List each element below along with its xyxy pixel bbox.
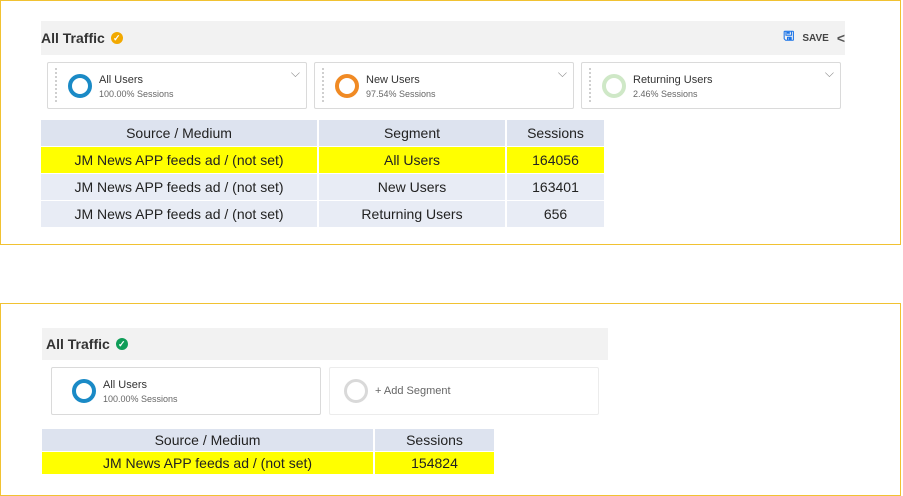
sessions-table: Source / Medium Sessions JM News APP fee… bbox=[42, 429, 496, 475]
segment-sessions: 100.00% Sessions bbox=[103, 394, 178, 404]
bottom-report-panel: All Traffic ✓ All Users 100.00% Sessions… bbox=[0, 303, 901, 496]
segment-ring-icon bbox=[335, 74, 359, 98]
segment-sessions: 2.46% Sessions bbox=[633, 89, 698, 99]
save-icon[interactable]: 🖫 bbox=[783, 27, 794, 49]
segment-ring-icon bbox=[68, 74, 92, 98]
save-button[interactable]: SAVE bbox=[802, 33, 829, 44]
segment-sessions: 100.00% Sessions bbox=[99, 89, 174, 99]
table-header-row: Source / Medium Segment Sessions bbox=[41, 120, 606, 147]
check-shield-icon: ✓ bbox=[110, 32, 123, 44]
check-shield-icon: ✓ bbox=[115, 338, 128, 350]
table-cell: 164056 bbox=[507, 147, 606, 174]
report-toolbar: 🖫 SAVE < bbox=[783, 27, 845, 49]
table-cell: JM News APP feeds ad / (not set) bbox=[41, 147, 319, 174]
segment-sessions: 97.54% Sessions bbox=[366, 89, 436, 99]
table-cell: JM News APP feeds ad / (not set) bbox=[41, 201, 319, 228]
table-cell: Returning Users bbox=[319, 201, 507, 228]
table-cell: 656 bbox=[507, 201, 606, 228]
segment-card-all-users[interactable]: All Users 100.00% Sessions ⌵ bbox=[47, 62, 307, 109]
chevron-down-icon[interactable]: ⌵ bbox=[558, 66, 567, 81]
table-cell: 163401 bbox=[507, 174, 606, 201]
segment-card-all-users[interactable]: All Users 100.00% Sessions bbox=[51, 367, 321, 415]
column-header: Sessions bbox=[375, 429, 496, 452]
column-header: Source / Medium bbox=[41, 120, 319, 147]
add-segment-card[interactable]: + Add Segment bbox=[329, 367, 599, 415]
segment-name: All Users bbox=[103, 379, 148, 391]
report-header: All Traffic ✓ bbox=[42, 328, 608, 360]
chevron-down-icon[interactable]: ⌵ bbox=[291, 66, 300, 81]
table-cell: JM News APP feeds ad / (not set) bbox=[42, 452, 375, 475]
drag-handle-icon[interactable] bbox=[322, 68, 324, 103]
report-title: All Traffic bbox=[41, 30, 105, 46]
column-header: Sessions bbox=[507, 120, 606, 147]
table-cell: New Users bbox=[319, 174, 507, 201]
segment-card-returning-users[interactable]: Returning Users 2.46% Sessions ⌵ bbox=[581, 62, 841, 109]
table-row: JM News APP feeds ad / (not set) New Use… bbox=[41, 174, 606, 201]
report-title: All Traffic bbox=[46, 336, 110, 352]
table-row: JM News APP feeds ad / (not set) 154824 bbox=[42, 452, 496, 475]
table-row: JM News APP feeds ad / (not set) Returni… bbox=[41, 201, 606, 228]
add-segment-button[interactable]: + Add Segment bbox=[375, 385, 451, 397]
top-report-panel: All Traffic ✓ 🖫 SAVE < All Users 100.00%… bbox=[0, 0, 901, 245]
segment-name: New Users bbox=[366, 74, 420, 86]
segment-name: Returning Users bbox=[633, 74, 713, 86]
column-header: Source / Medium bbox=[42, 429, 375, 452]
table-header-row: Source / Medium Sessions bbox=[42, 429, 496, 452]
table-cell: All Users bbox=[319, 147, 507, 174]
column-header: Segment bbox=[319, 120, 507, 147]
segment-name: All Users bbox=[99, 74, 144, 86]
report-header: All Traffic ✓ 🖫 SAVE < bbox=[41, 21, 845, 55]
chevron-down-icon[interactable]: ⌵ bbox=[825, 66, 834, 81]
drag-handle-icon[interactable] bbox=[589, 68, 591, 103]
table-cell: 154824 bbox=[375, 452, 496, 475]
segment-ring-icon bbox=[602, 74, 626, 98]
table-row: JM News APP feeds ad / (not set) All Use… bbox=[41, 147, 606, 174]
segment-card-new-users[interactable]: New Users 97.54% Sessions ⌵ bbox=[314, 62, 574, 109]
share-icon[interactable]: < bbox=[837, 30, 845, 46]
drag-handle-icon[interactable] bbox=[55, 68, 57, 103]
table-cell: JM News APP feeds ad / (not set) bbox=[41, 174, 319, 201]
sessions-table: Source / Medium Segment Sessions JM News… bbox=[41, 120, 606, 228]
empty-segment-ring-icon bbox=[344, 379, 368, 403]
segment-ring-icon bbox=[72, 379, 96, 403]
